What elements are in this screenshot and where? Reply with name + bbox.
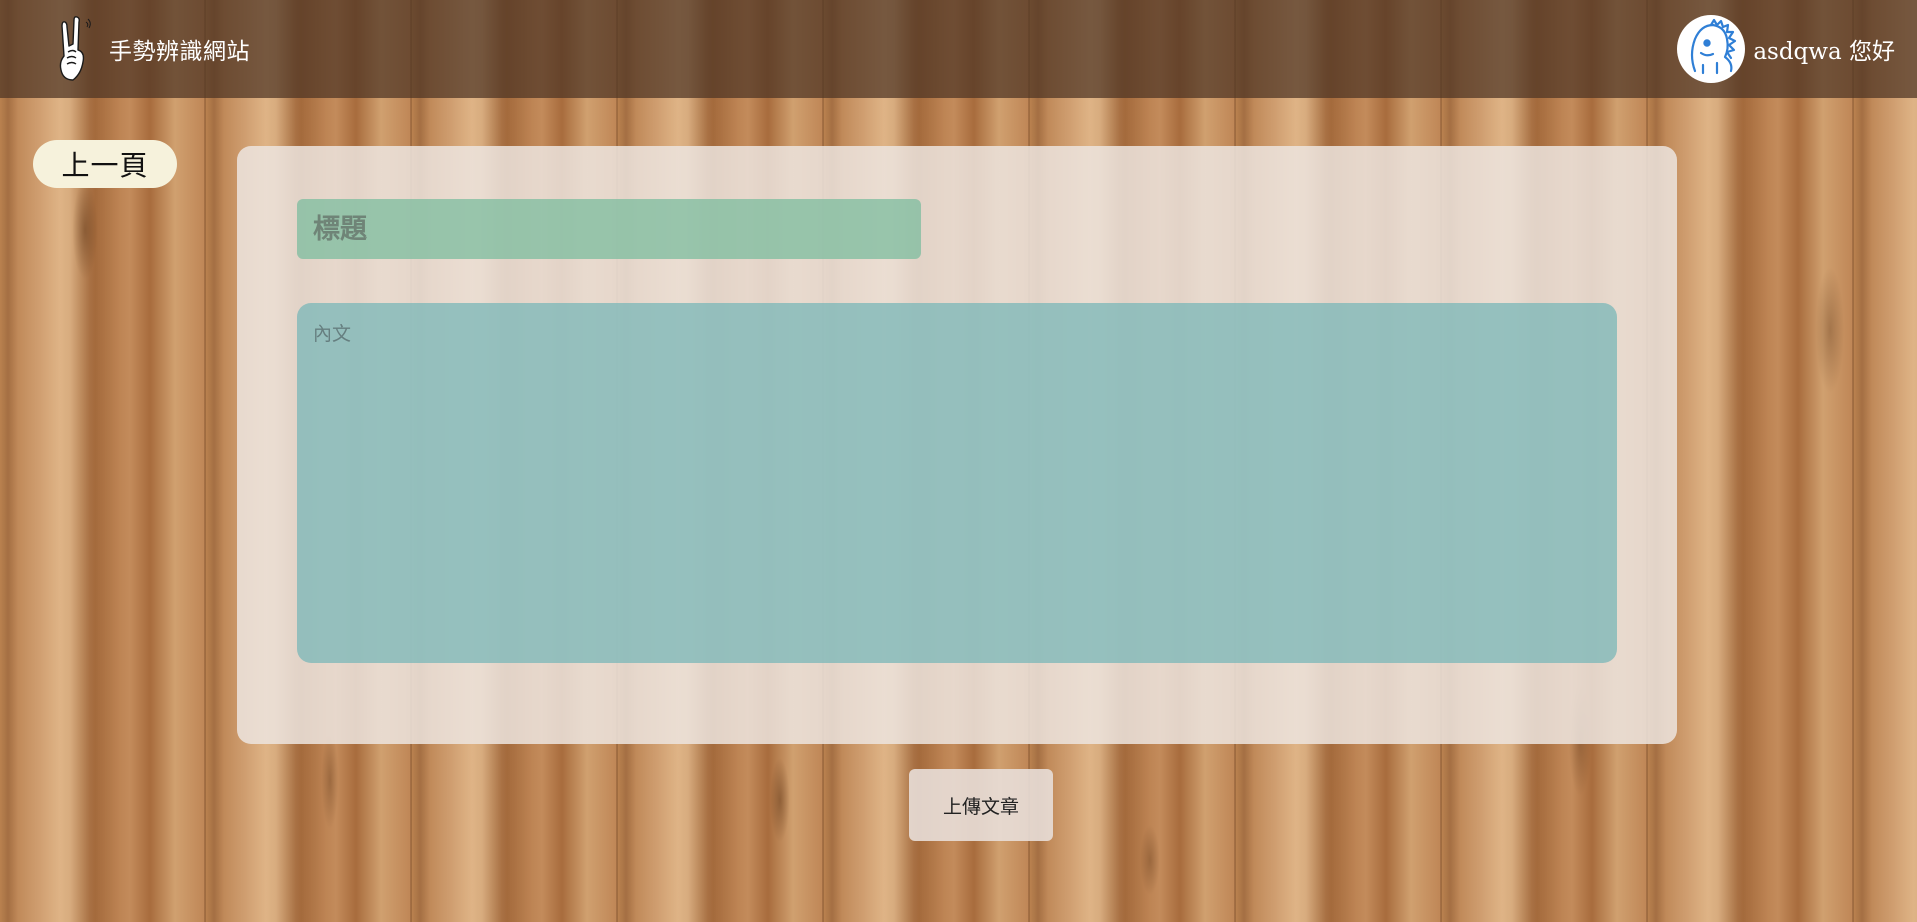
user-info[interactable]: asdqwa 您好 xyxy=(1677,15,1895,83)
brand[interactable]: 手勢辨識網站 xyxy=(55,16,250,82)
upload-post-button[interactable]: 上傳文章 xyxy=(909,769,1053,841)
rock-hand-gesture-icon xyxy=(59,16,91,81)
avatar[interactable] xyxy=(1677,15,1746,83)
title-input[interactable] xyxy=(297,199,921,259)
user-greeting: asdqwa 您好 xyxy=(1753,39,1895,65)
blue-dinosaur-avatar-icon xyxy=(1691,18,1737,75)
body-textarea[interactable] xyxy=(297,303,1617,663)
post-form-panel xyxy=(237,146,1677,744)
site-header: 手勢辨識網站 asdqwa 您好 xyxy=(0,0,1917,98)
back-button[interactable]: 上一頁 xyxy=(33,140,177,188)
site-title: 手勢辨識網站 xyxy=(109,39,250,65)
